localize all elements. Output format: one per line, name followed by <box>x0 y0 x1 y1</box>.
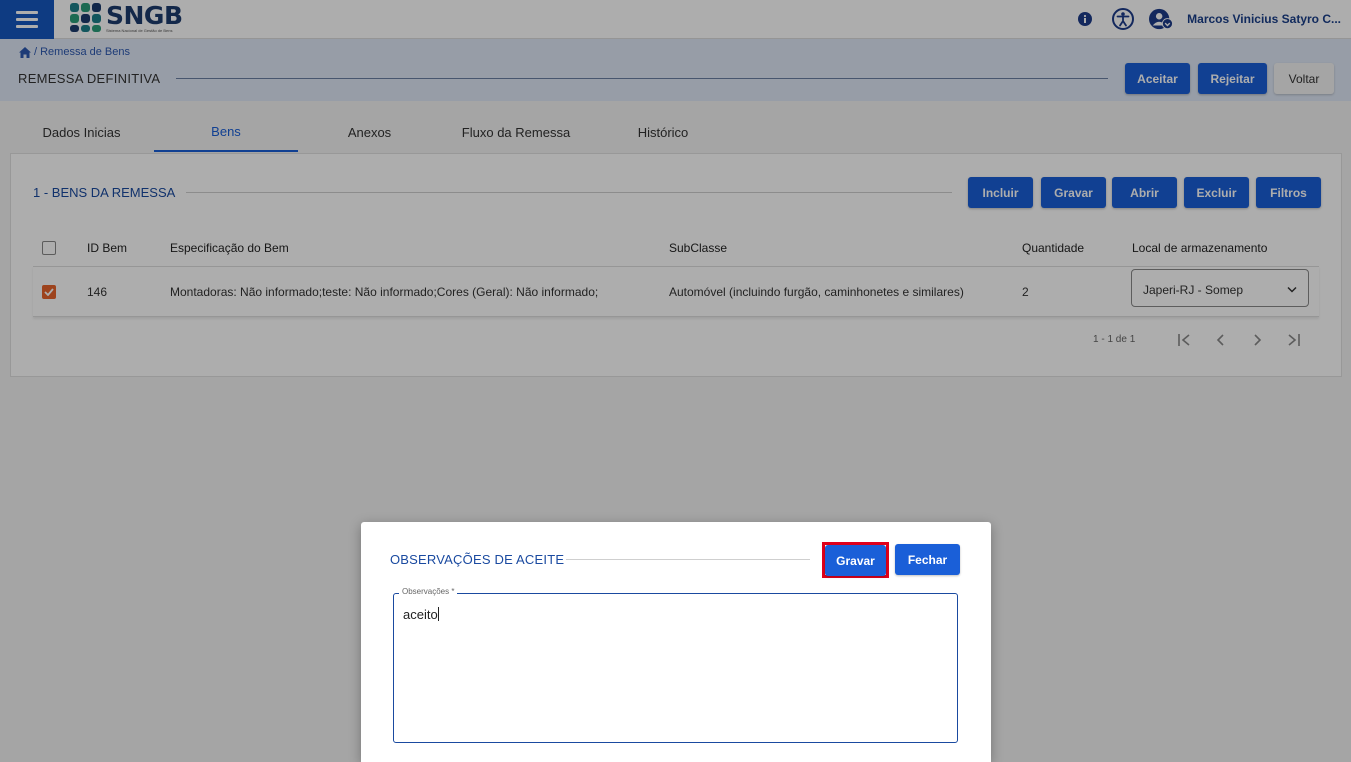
save-button[interactable]: Gravar <box>825 545 886 576</box>
dialog-title-divider <box>566 559 810 560</box>
text-caret <box>437 607 439 621</box>
observations-label: Observações * <box>399 587 458 596</box>
observations-value: aceito <box>403 607 438 622</box>
dialog-title: OBSERVAÇÕES DE ACEITE <box>390 552 565 567</box>
acceptance-notes-dialog: OBSERVAÇÕES DE ACEITE Gravar Fechar Obse… <box>361 522 991 762</box>
observations-field[interactable]: Observações * aceito <box>393 587 958 743</box>
observations-input-text[interactable]: aceito <box>403 607 439 622</box>
close-button[interactable]: Fechar <box>895 544 960 575</box>
